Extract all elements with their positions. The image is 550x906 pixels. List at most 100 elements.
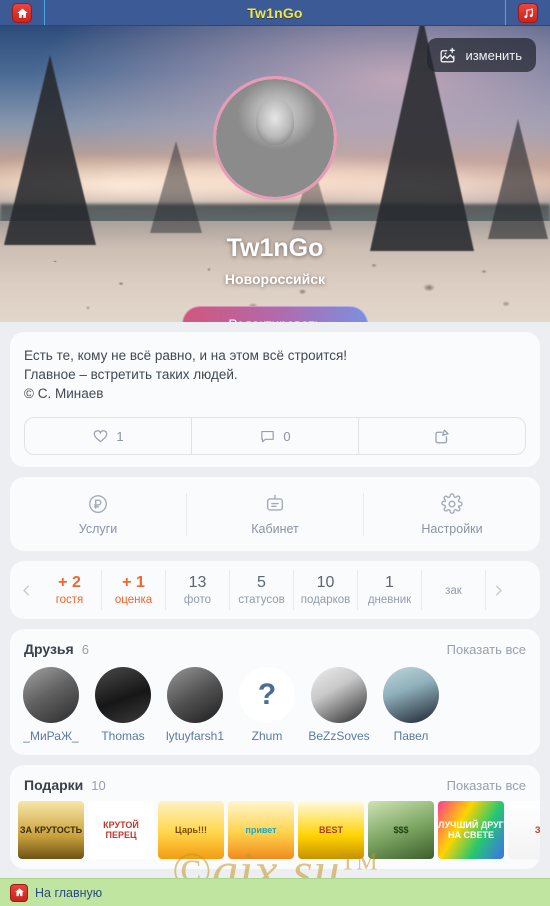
list-item[interactable]: BeZzSoves	[306, 667, 372, 743]
cover-tree	[4, 55, 96, 246]
edit-cover-button[interactable]: изменить	[427, 38, 536, 72]
avatar	[95, 667, 151, 723]
list-item[interactable]: ЛУЧШИЙ ДРУГ НА СВЕТЕ	[438, 801, 504, 859]
music-button[interactable]	[518, 3, 538, 23]
gifts-card: Подарки 10 Показать все ЗА КРУТОСТЬ КРУТ…	[10, 765, 540, 869]
image-edit-icon	[438, 46, 457, 65]
edit-profile-button[interactable]: Редактировать	[182, 306, 368, 322]
status-actions: 1 0	[24, 417, 526, 455]
friend-name: Zhum	[251, 729, 283, 743]
stat-statuses[interactable]: 5 статусов	[230, 570, 294, 610]
avatar-image	[216, 79, 334, 197]
status-card: Есть те, кому не всё равно, и на этом вс…	[10, 332, 540, 467]
status-line-1: Есть те, кому не всё равно, и на этом вс…	[24, 348, 348, 363]
stat-guests[interactable]: + 2 гостя	[38, 570, 102, 610]
avatar	[383, 667, 439, 723]
stat-ratings[interactable]: + 1 оценка	[102, 570, 166, 610]
cover-tree	[150, 141, 202, 234]
home-link[interactable]: На главную	[35, 886, 102, 900]
avatar[interactable]	[213, 76, 337, 200]
comment-button[interactable]: 0	[192, 418, 359, 454]
avatar	[23, 667, 79, 723]
heart-icon	[92, 428, 109, 445]
stat-value: 13	[188, 574, 207, 591]
stat-photos[interactable]: 13 фото	[166, 570, 230, 610]
stat-label: зак	[445, 585, 462, 597]
ruble-circle-icon	[87, 493, 109, 515]
list-item[interactable]: Thomas	[90, 667, 156, 743]
list-item[interactable]: ЗА КРУТОСТЬ	[18, 801, 84, 859]
topbar-divider-right	[505, 0, 506, 25]
edit-square-icon	[433, 427, 451, 445]
gifts-show-all[interactable]: Показать все	[447, 778, 526, 793]
stat-value: 5	[257, 574, 266, 591]
list-item[interactable]: КРУТОЙ ПЕРЕЦ	[88, 801, 154, 859]
menu-item-settings[interactable]: Настройки	[364, 492, 540, 536]
edit-status-button[interactable]	[359, 418, 525, 454]
list-item[interactable]: ? Zhum	[234, 667, 300, 743]
list-item[interactable]: Царь!!!	[158, 801, 224, 859]
cover-photo[interactable]: изменить Tw1nGo Новороссийск Редактирова…	[0, 26, 550, 322]
stat-label: гостя	[55, 594, 84, 606]
edit-cover-label: изменить	[465, 47, 522, 63]
comment-icon	[259, 428, 276, 445]
profile-name: Tw1nGo	[226, 234, 324, 262]
friends-title: Друзья	[24, 641, 74, 657]
menu-item-label: Кабинет	[251, 521, 299, 536]
home-button[interactable]	[12, 3, 32, 23]
stat-label: статусов	[238, 594, 285, 606]
avatar-placeholder: ?	[239, 667, 295, 723]
list-item[interactable]: BEST	[298, 801, 364, 859]
stat-label: оценка	[114, 594, 153, 606]
music-note-icon	[522, 7, 535, 20]
list-item[interactable]: привет	[228, 801, 294, 859]
menu-item-cabinet[interactable]: Кабинет	[187, 492, 364, 536]
gifts-title: Подарки	[24, 777, 84, 793]
avatar	[311, 667, 367, 723]
stat-label: дневник	[367, 594, 412, 606]
stat-value: 1	[385, 574, 394, 591]
stat-value: 10	[316, 574, 335, 591]
like-count: 1	[116, 428, 124, 444]
stats-card: + 2 гостя + 1 оценка 13 фото 5 статусов …	[10, 561, 540, 619]
stat-diary[interactable]: 1 дневник	[358, 570, 422, 610]
status-line-3: © С. Минаев	[24, 386, 104, 401]
list-item[interactable]: ЗА	[508, 801, 540, 859]
chevron-left-icon[interactable]	[14, 583, 38, 598]
stat-truncated[interactable]: зак	[422, 570, 486, 610]
page-title: Tw1nGo	[247, 4, 303, 21]
list-item[interactable]: lytuyfarsh1	[162, 667, 228, 743]
cover-tree	[488, 119, 548, 240]
menu-item-label: Услуги	[78, 521, 118, 536]
friends-header: Друзья 6 Показать все	[10, 629, 540, 657]
friend-name: lytuyfarsh1	[165, 729, 225, 743]
list-item[interactable]: _МиРаЖ_	[18, 667, 84, 743]
comment-count: 0	[283, 428, 291, 444]
friends-count: 6	[81, 642, 89, 657]
friends-show-all[interactable]: Показать все	[447, 642, 526, 657]
gear-icon	[441, 492, 463, 515]
chevron-right-icon[interactable]	[486, 583, 510, 598]
profile-page: Tw1nGo изменить Tw1nGo Новороссийск Есть…	[0, 0, 550, 906]
like-button[interactable]: 1	[25, 418, 192, 454]
menu-item-services[interactable]: Услуги	[10, 492, 187, 536]
bottom-bar: На главную	[0, 878, 550, 906]
list-item[interactable]: $$$	[368, 801, 434, 859]
stat-gifts[interactable]: 10 подарков	[294, 570, 358, 610]
list-item[interactable]: Павел	[378, 667, 444, 743]
home-icon[interactable]	[10, 883, 28, 902]
top-bar: Tw1nGo	[0, 0, 550, 26]
friend-name: _МиРаЖ_	[23, 729, 79, 743]
avatar	[167, 667, 223, 723]
cabinet-icon	[264, 493, 286, 515]
status-text: Есть те, кому не всё равно, и на этом вс…	[24, 346, 526, 403]
gifts-list: ЗА КРУТОСТЬ КРУТОЙ ПЕРЕЦ Царь!!! привет …	[10, 793, 540, 869]
status-line-2: Главное – встретить таких людей.	[24, 367, 238, 382]
friend-name: Thomas	[101, 729, 145, 743]
menu-card: Услуги Кабинет Настройки	[10, 477, 540, 551]
stat-label: подарков	[300, 594, 351, 606]
friend-name: Павел	[393, 729, 429, 743]
stat-value: + 2	[58, 574, 81, 591]
friends-list: _МиРаЖ_ Thomas lytuyfarsh1 ? Zhum BeZzSo…	[10, 657, 540, 755]
stat-label: фото	[183, 594, 212, 606]
